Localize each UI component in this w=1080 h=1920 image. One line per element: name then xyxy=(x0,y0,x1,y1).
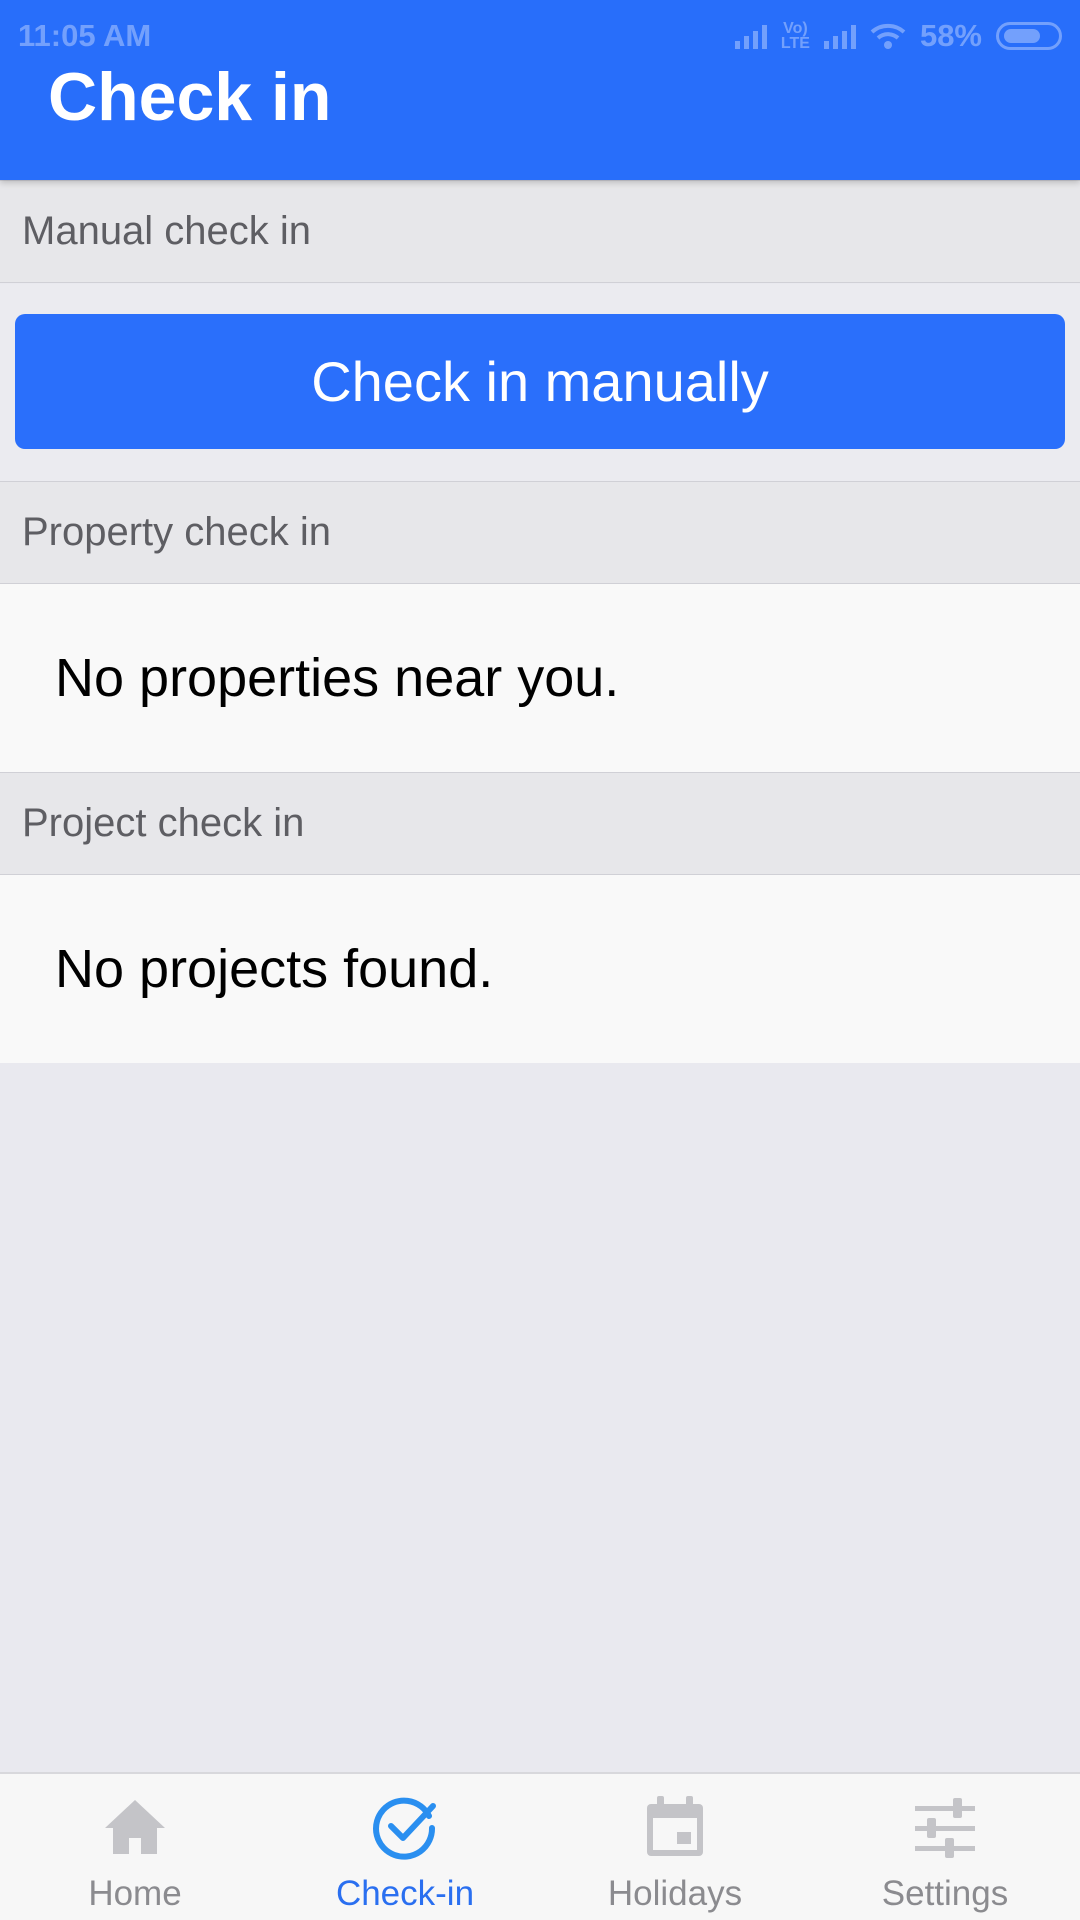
tab-label-home: Home xyxy=(88,1874,182,1913)
property-empty-message: No properties near you. xyxy=(0,584,1080,772)
bottom-tab-bar: Home Check-in Holidays Settings xyxy=(0,1772,1080,1920)
battery-percent: 58% xyxy=(919,18,982,53)
tab-check-in[interactable]: Check-in xyxy=(270,1774,540,1920)
tab-holidays[interactable]: Holidays xyxy=(540,1774,810,1920)
battery-icon xyxy=(996,22,1062,50)
tab-settings[interactable]: Settings xyxy=(810,1774,1080,1920)
app-screen: 11:05 AM Vo) LTE 58% Check in Manual che… xyxy=(0,0,1080,1920)
signal-icon-2 xyxy=(823,23,856,49)
check-circle-icon xyxy=(373,1797,436,1860)
status-time: 11:05 AM xyxy=(18,18,152,53)
tab-label-settings: Settings xyxy=(881,1874,1009,1913)
tab-home[interactable]: Home xyxy=(0,1774,270,1920)
sliders-icon xyxy=(915,1798,975,1858)
tab-label-holidays: Holidays xyxy=(607,1874,743,1913)
status-icons: Vo) LTE 58% xyxy=(734,18,1062,54)
page-title: Check in xyxy=(48,59,332,135)
signal-icon xyxy=(734,23,767,49)
wifi-icon xyxy=(870,23,906,49)
home-icon xyxy=(105,1800,165,1854)
volte-icon: Vo) LTE xyxy=(780,20,810,52)
app-header: 11:05 AM Vo) LTE 58% Check in xyxy=(0,0,1080,180)
calendar-icon xyxy=(647,1796,703,1856)
section-header-manual: Manual check in xyxy=(0,180,1080,283)
project-empty-message: No projects found. xyxy=(0,875,1080,1063)
manual-checkin-area: Check in manually xyxy=(0,284,1080,481)
tab-label-check-in: Check-in xyxy=(335,1874,475,1913)
check-in-manually-button[interactable]: Check in manually xyxy=(15,314,1065,449)
section-header-project: Project check in xyxy=(0,772,1080,875)
section-header-property: Property check in xyxy=(0,481,1080,584)
